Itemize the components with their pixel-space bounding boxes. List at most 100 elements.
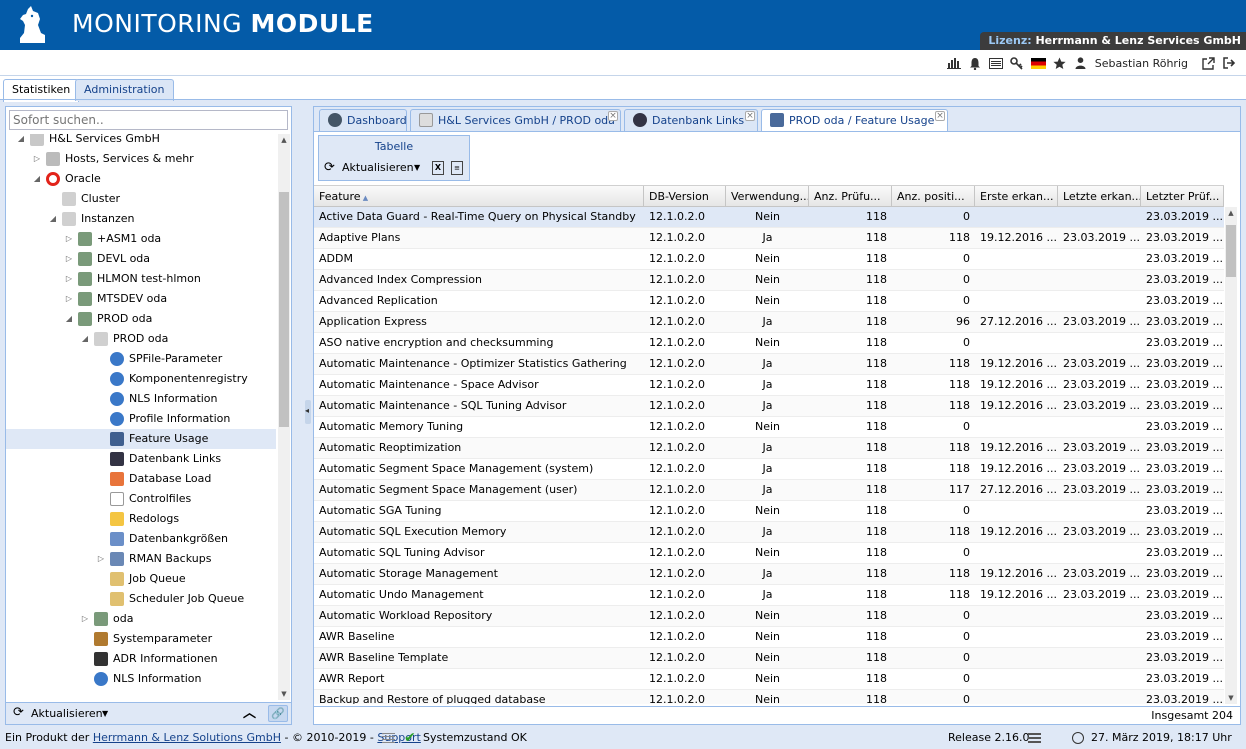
tree-node-nls-information[interactable]: NLS Information [6,669,276,689]
table-row[interactable]: Automatic Workload Repository 12.1.0.2.0 N… [314,606,1224,627]
chart-icon[interactable] [944,53,965,73]
table-row[interactable]: Advanced Index Compression 12.1.0.2.0 Nein… [314,270,1224,291]
tree-node-instanzen[interactable]: ◢ Instanzen [6,209,276,229]
star-icon[interactable] [1049,53,1070,73]
table-row[interactable]: Adaptive Plans 12.1.0.2.0 Ja 118 118 19.12.20… [314,228,1224,249]
table-row[interactable]: Automatic Maintenance - Space Advisor 12.… [314,375,1224,396]
column-header-2[interactable]: Verwendung... [726,186,809,207]
tree-node-database-load[interactable]: Database Load [6,469,276,489]
user-name[interactable]: Sebastian Röhrig [1095,57,1188,70]
expand-arrow-icon[interactable]: ▷ [64,269,74,289]
table-row[interactable]: Automatic Maintenance - SQL Tuning Advis… [314,396,1224,417]
table-row[interactable]: Automatic Reoptimization 12.1.0.2.0 Ja 118 1… [314,438,1224,459]
excel-export-icon[interactable]: X [432,161,444,175]
tree-node-scheduler-job-queue[interactable]: Scheduler Job Queue [6,589,276,609]
document-export-icon[interactable]: ≡ [451,161,463,175]
table-row[interactable]: AWR Report 12.1.0.2.0 Nein 118 0 23.03.2019 .… [314,669,1224,690]
tree-node-feature-usage[interactable]: Feature Usage [6,429,276,449]
column-header-3[interactable]: Anz. Prüfu... [809,186,892,207]
tree-node-hlmon-test-hlmon[interactable]: ▷ HLMON test-hlmon [6,269,276,289]
column-header-1[interactable]: DB-Version [644,186,726,207]
collapse-arrow-icon[interactable]: ◢ [32,169,42,189]
tree-node-profile-information[interactable]: Profile Information [6,409,276,429]
tree-node-spfile-parameter[interactable]: SPFile-Parameter [6,349,276,369]
tree-node-adr-informationen[interactable]: ADR Informationen [6,649,276,669]
tree-refresh-button[interactable]: Aktualisieren [31,703,103,724]
tree-node-oracle[interactable]: ◢ Oracle [6,169,276,189]
tree-node-komponentenregistry[interactable]: Komponentenregistry [6,369,276,389]
table-row[interactable]: Application Express 12.1.0.2.0 Ja 118 96 27.1… [314,312,1224,333]
table-row[interactable]: Automatic Undo Management 12.1.0.2.0 Ja 118… [314,585,1224,606]
bell-icon[interactable] [965,53,986,73]
company-link[interactable]: Herrmann & Lenz Solutions GmbH [93,731,281,744]
column-header-5[interactable]: Erste erkan... [975,186,1058,207]
grid-scrollbar[interactable]: ▲ ▼ [1225,207,1237,704]
flag-de-icon[interactable] [1028,53,1049,73]
tree-scroll-thumb[interactable] [279,192,289,427]
table-row[interactable]: Automatic Segment Space Management (syst… [314,459,1224,480]
close-icon[interactable]: × [745,111,755,121]
collapse-arrow-icon[interactable]: ◢ [16,134,26,149]
refresh-icon[interactable]: ⟳ [13,706,24,720]
tree-node-oda[interactable]: ▷ oda [6,609,276,629]
tree-node-hosts-services-mehr[interactable]: ▷ Hosts, Services & mehr [6,149,276,169]
panel-splitter[interactable]: ◂ [305,400,311,424]
table-row[interactable]: Automatic SQL Execution Memory 12.1.0.2.0… [314,522,1224,543]
tab-datenbank-links[interactable]: Datenbank Links × [624,109,758,131]
chevron-down-icon[interactable]: ▼ [414,161,420,175]
table-row[interactable]: Automatic Memory Tuning 12.1.0.2.0 Nein 118… [314,417,1224,438]
table-row[interactable]: ASO native encryption and checksumming 12… [314,333,1224,354]
tree-node-nls-information[interactable]: NLS Information [6,389,276,409]
collapse-arrow-icon[interactable]: ◢ [48,209,58,229]
tree-node-cluster[interactable]: Cluster [6,189,276,209]
search-input[interactable] [9,110,288,130]
tree-node-prod-oda[interactable]: ◢ PROD oda [6,309,276,329]
refresh-icon[interactable]: ⟳ [324,161,335,175]
expand-arrow-icon[interactable]: ▷ [80,609,90,629]
tree-node-asm1-oda[interactable]: ▷ +ASM1 oda [6,229,276,249]
expand-arrow-icon[interactable]: ▷ [32,149,42,169]
column-header-0[interactable]: Feature ▲ [314,186,644,207]
table-row[interactable]: Backup and Restore of plugged database 12… [314,690,1224,704]
collapse-arrow-icon[interactable]: ◢ [64,309,74,329]
tab-prod-oda[interactable]: H&L Services GmbH / PROD oda × [410,109,621,131]
tab-dashboard[interactable]: Dashboard [319,109,407,131]
tree-node-systemparameter[interactable]: Systemparameter [6,629,276,649]
chevron-down-icon[interactable]: ▼ [102,703,108,724]
table-row[interactable]: AWR Baseline Template 12.1.0.2.0 Nein 118 0 2… [314,648,1224,669]
table-row[interactable]: Automatic SQL Tuning Advisor 12.1.0.2.0 Ne… [314,543,1224,564]
table-row[interactable]: Automatic SGA Tuning 12.1.0.2.0 Nein 118 0 23… [314,501,1224,522]
tree-scrollbar[interactable]: ▲ ▼ [278,134,290,700]
tab-feature-usage[interactable]: PROD oda / Feature Usage × [761,109,948,131]
table-row[interactable]: Automatic Maintenance - Optimizer Statis… [314,354,1224,375]
tree-node-datenbank-links[interactable]: Datenbank Links [6,449,276,469]
expand-arrow-icon[interactable]: ▷ [64,289,74,309]
collapse-all-icon[interactable]: ︿ [243,703,256,724]
close-icon[interactable]: × [608,111,618,121]
column-header-4[interactable]: Anz. positi... [892,186,975,207]
table-row[interactable]: AWR Baseline 12.1.0.2.0 Nein 118 0 23.03.2019… [314,627,1224,648]
tab-administration[interactable]: Administration [75,79,174,101]
tree-node-rman-backups[interactable]: ▷ RMAN Backups [6,549,276,569]
tree-node-datenbankgr-en[interactable]: Datenbankgrößen [6,529,276,549]
tree-node-h-l-services-gmbh[interactable]: ◢ H&L Services GmbH [6,134,276,149]
collapse-arrow-icon[interactable]: ◢ [80,329,90,349]
column-header-7[interactable]: Letzter Prüf... [1141,186,1224,207]
table-row[interactable]: Automatic Storage Management 12.1.0.2.0 Ja… [314,564,1224,585]
grid-scroll-thumb[interactable] [1226,225,1236,277]
tree-node-job-queue[interactable]: Job Queue [6,569,276,589]
list-icon[interactable] [986,53,1007,73]
expand-arrow-icon[interactable]: ▷ [64,229,74,249]
tree-node-mtsdev-oda[interactable]: ▷ MTSDEV oda [6,289,276,309]
table-row[interactable]: Automatic Segment Space Management (user… [314,480,1224,501]
tree-node-controlfiles[interactable]: Controlfiles [6,489,276,509]
column-header-6[interactable]: Letzte erkan... [1058,186,1141,207]
link-toggle-icon[interactable]: 🔗 [268,705,288,722]
table-row[interactable]: Advanced Replication 12.1.0.2.0 Nein 118 0 23… [314,291,1224,312]
grid-refresh-button[interactable]: Aktualisieren [342,161,414,175]
expand-arrow-icon[interactable]: ▷ [64,249,74,269]
logout-icon[interactable] [1219,53,1240,73]
expand-arrow-icon[interactable]: ▷ [96,549,106,569]
tree-node-prod-oda[interactable]: ◢ PROD oda [6,329,276,349]
external-link-icon[interactable] [1198,53,1219,73]
